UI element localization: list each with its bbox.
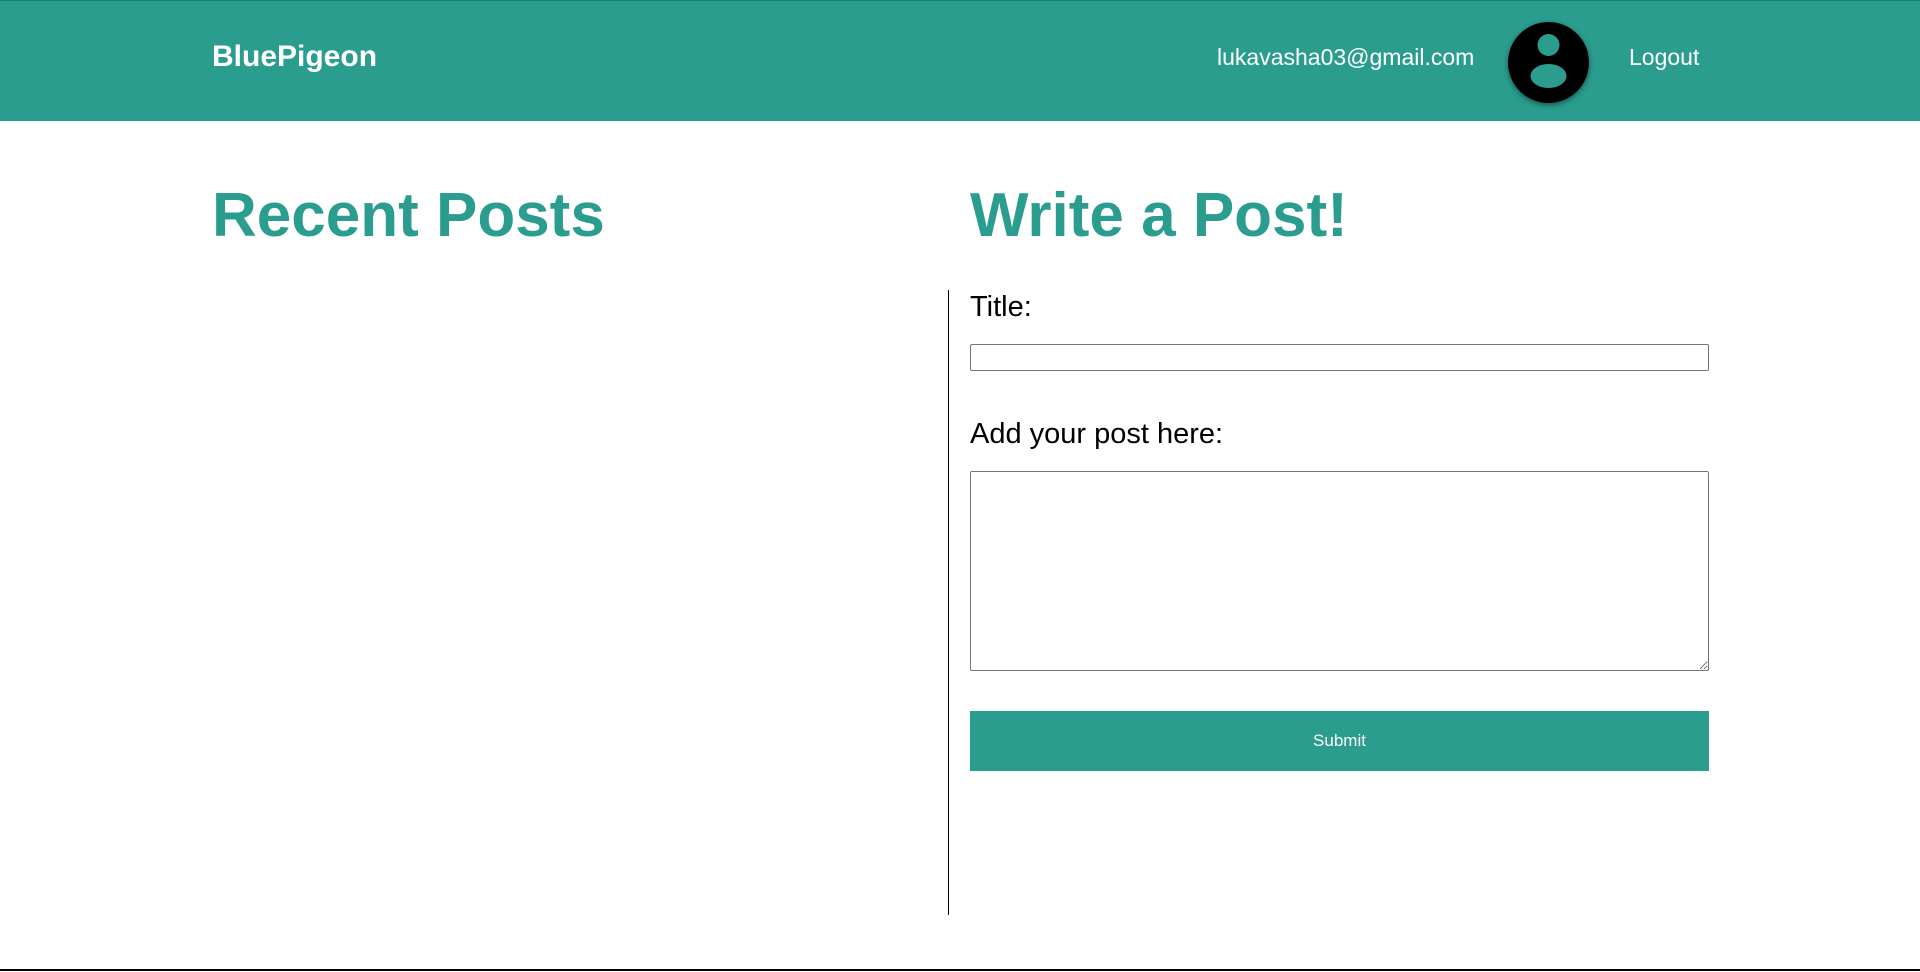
page-bottom-border bbox=[0, 969, 1920, 971]
brand-logo[interactable]: BluePigeon bbox=[212, 39, 377, 75]
user-avatar-icon[interactable] bbox=[1508, 22, 1589, 103]
logout-link[interactable]: Logout bbox=[1629, 43, 1699, 71]
column-divider bbox=[948, 290, 949, 915]
title-label: Title: bbox=[970, 291, 1032, 323]
write-post-heading: Write a Post! bbox=[970, 181, 1348, 250]
post-body-textarea[interactable] bbox=[970, 471, 1709, 671]
post-body-label: Add your post here: bbox=[970, 418, 1224, 450]
submit-button[interactable]: Submit bbox=[970, 711, 1709, 771]
title-input[interactable] bbox=[970, 344, 1709, 371]
top-navigation-bar: BluePigeon lukavasha03@gmail.com Logout bbox=[0, 0, 1920, 121]
user-email: lukavasha03@gmail.com bbox=[1217, 44, 1475, 70]
recent-posts-heading: Recent Posts bbox=[212, 181, 605, 250]
user-silhouette-icon bbox=[1530, 34, 1567, 88]
